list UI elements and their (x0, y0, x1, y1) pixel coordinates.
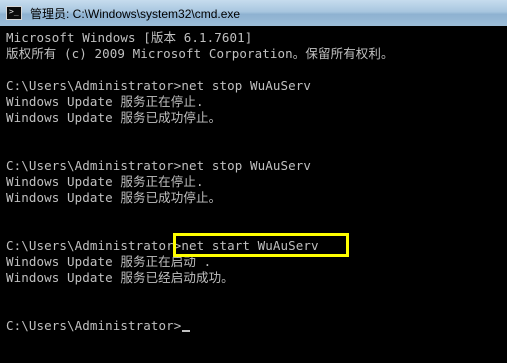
console-line: Microsoft Windows [版本 6.1.7601] (6, 30, 253, 45)
console-line: Windows Update 服务已成功停止。 (6, 190, 222, 205)
console-line-highlighted-command: C:\Users\Administrator>net start WuAuSer… (6, 238, 319, 253)
console-line: Windows Update 服务正在启动 . (6, 254, 212, 269)
cmd-icon: >_ (6, 6, 22, 20)
text-cursor (182, 330, 191, 332)
console-line: Windows Update 服务已经启动成功。 (6, 270, 234, 285)
console-line: 版权所有 (c) 2009 Microsoft Corporation。保留所有… (6, 46, 394, 61)
console-line: Windows Update 服务已成功停止。 (6, 110, 222, 125)
console-line: Windows Update 服务正在停止. (6, 174, 204, 189)
console-line: C:\Users\Administrator>net stop WuAuServ (6, 158, 312, 173)
console-output[interactable]: Microsoft Windows [版本 6.1.7601] 版权所有 (c)… (0, 26, 507, 363)
console-line: Windows Update 服务正在停止. (6, 94, 204, 109)
console-line: C:\Users\Administrator>net stop WuAuServ (6, 78, 312, 93)
title-bar[interactable]: >_ 管理员: C:\Windows\system32\cmd.exe (0, 0, 507, 27)
cmd-window: >_ 管理员: C:\Windows\system32\cmd.exe Micr… (0, 0, 507, 363)
console-prompt-line[interactable]: C:\Users\Administrator> (6, 318, 507, 334)
window-title: 管理员: C:\Windows\system32\cmd.exe (30, 6, 241, 21)
console-prompt: C:\Users\Administrator> (6, 318, 182, 333)
